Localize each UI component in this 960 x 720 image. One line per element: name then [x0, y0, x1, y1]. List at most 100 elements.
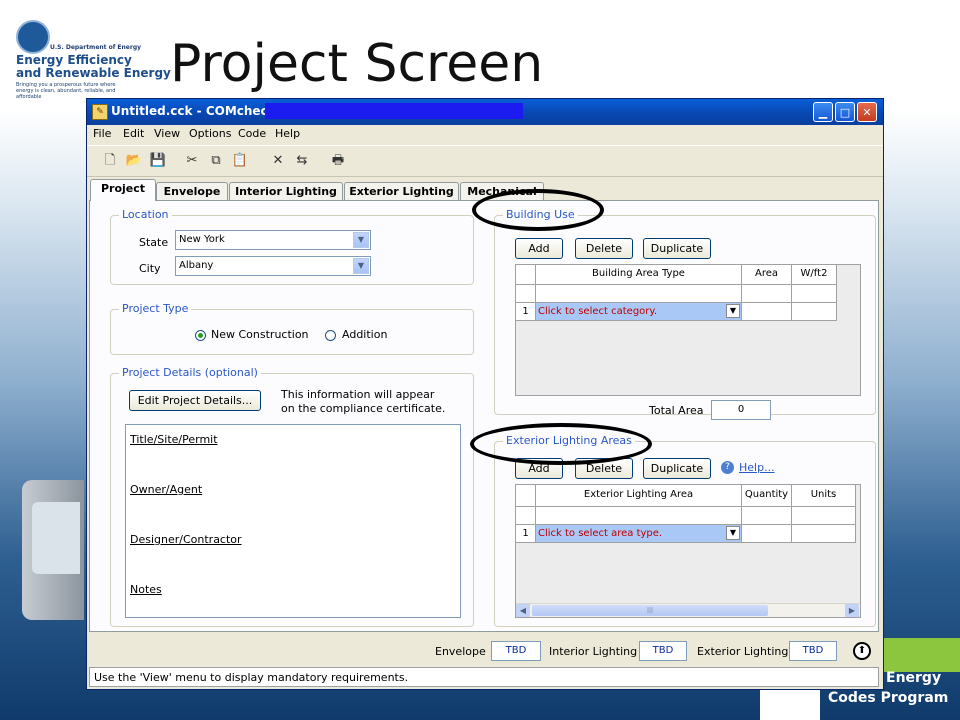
energy-codes-green-block — [880, 638, 960, 672]
project-details-box[interactable]: Title/Site/Permit Owner/Agent Designer/C… — [125, 424, 461, 618]
exterior-status-value: TBD — [789, 641, 837, 661]
chevron-down-icon[interactable]: ▼ — [726, 526, 740, 540]
building-category-select[interactable]: Click to select category. ▼ — [536, 303, 742, 321]
quantity-cell[interactable] — [742, 525, 792, 543]
column-exterior-lighting-area[interactable]: Exterior Lighting Area — [536, 485, 742, 507]
exterior-duplicate-button[interactable]: Duplicate — [643, 458, 711, 479]
cut-icon[interactable]: ✂ — [183, 152, 201, 170]
table-spacer-cell — [536, 285, 742, 303]
edit-project-details-button[interactable]: Edit Project Details... — [129, 390, 261, 411]
envelope-status-label: Envelope — [435, 645, 486, 658]
location-group: Location State New York ▼ City Albany ▼ — [110, 208, 474, 285]
table-corner — [516, 485, 536, 507]
area-type-select[interactable]: Click to select area type. ▼ — [536, 525, 742, 543]
doe-logo-title: Energy Efficiency and Renewable Energy — [16, 54, 171, 80]
state-select[interactable]: New York ▼ — [175, 230, 371, 250]
total-area-value: 0 — [711, 400, 771, 420]
menu-edit[interactable]: Edit — [123, 127, 144, 140]
project-tab-pane: Location State New York ▼ City Albany ▼ … — [89, 189, 879, 632]
help-link[interactable]: Help... — [739, 461, 775, 474]
open-folder-icon[interactable]: 📂 — [125, 152, 143, 170]
print-icon[interactable]: 🖶 — [329, 152, 347, 170]
project-type-group: Project Type New Construction Addition — [110, 302, 474, 355]
city-label: City — [139, 262, 161, 275]
w-per-ft2-cell[interactable] — [792, 303, 837, 321]
tab-exterior-lighting[interactable]: Exterior Lighting — [344, 182, 459, 200]
chevron-down-icon[interactable]: ▼ — [353, 258, 369, 274]
new-file-icon[interactable]: 🗋 — [101, 152, 119, 170]
designer-contractor-field[interactable]: Designer/Contractor — [130, 533, 242, 546]
column-w-per-ft2[interactable]: W/ft2 — [792, 265, 837, 285]
addition-radio[interactable] — [325, 330, 336, 341]
city-select[interactable]: Albany ▼ — [175, 256, 371, 276]
menu-file[interactable]: File — [93, 127, 111, 140]
area-type-placeholder: Click to select area type. — [538, 528, 663, 539]
table-spacer-cell — [536, 507, 742, 525]
save-icon[interactable]: 💾 — [149, 152, 167, 170]
addition-label[interactable]: Addition — [342, 328, 387, 341]
insert-row-icon[interactable]: ⇆ — [293, 152, 311, 170]
chevron-down-icon[interactable]: ▼ — [726, 304, 740, 318]
paste-icon[interactable]: 📋 — [231, 152, 249, 170]
delete-icon[interactable]: ✕ — [269, 152, 287, 170]
table-spacer-cell — [792, 507, 856, 525]
table-corner — [516, 265, 536, 285]
help-icon[interactable]: ? — [721, 461, 734, 474]
minimize-button[interactable]: ▁ — [813, 102, 833, 122]
column-quantity[interactable]: Quantity — [742, 485, 792, 507]
details-note-line2: on the compliance certificate. — [281, 402, 446, 415]
exterior-lighting-table: Exterior Lighting Area Quantity Units 1 … — [515, 484, 861, 618]
units-cell[interactable] — [792, 525, 856, 543]
menu-help[interactable]: Help — [275, 127, 300, 140]
notes-field[interactable]: Notes — [130, 583, 162, 596]
new-construction-radio[interactable] — [195, 330, 206, 341]
title-site-permit-field[interactable]: Title/Site/Permit — [130, 433, 218, 446]
building-add-button[interactable]: Add — [515, 238, 563, 259]
horizontal-scrollbar[interactable]: ◀ ||| ▶ — [516, 603, 860, 617]
menu-code[interactable]: Code — [238, 127, 266, 140]
comcheck-window: ✎ Untitled.cck - COMcheck ▁ □ ✕ File Edi… — [86, 98, 884, 690]
info-icon[interactable]: ⬆ — [853, 642, 871, 660]
building-delete-button[interactable]: Delete — [575, 238, 633, 259]
envelope-status-value: TBD — [491, 641, 541, 661]
table-spacer-cell — [516, 285, 536, 303]
exterior-lighting-group: Exterior Lighting Areas Add Delete Dupli… — [494, 434, 876, 627]
chevron-down-icon[interactable]: ▼ — [353, 232, 369, 248]
column-area[interactable]: Area — [742, 265, 792, 285]
scroll-left-icon[interactable]: ◀ — [516, 604, 530, 617]
scroll-thumb[interactable]: ||| — [532, 605, 768, 616]
row-number: 1 — [516, 525, 536, 543]
title-bar[interactable]: ✎ Untitled.cck - COMcheck ▁ □ ✕ — [87, 99, 883, 125]
doe-eere-logo: U.S. Department of Energy Energy Efficie… — [14, 20, 171, 100]
column-units[interactable]: Units — [792, 485, 856, 507]
project-details-group: Project Details (optional) Edit Project … — [110, 366, 474, 627]
status-bar: Use the 'View' menu to display mandatory… — [89, 667, 879, 687]
table-spacer-cell — [792, 285, 837, 303]
exterior-status-label: Exterior Lighting — [697, 645, 789, 658]
tab-project[interactable]: Project — [90, 179, 156, 201]
project-type-title: Project Type — [119, 302, 192, 315]
annotation-circle-exterior-lighting — [470, 423, 652, 465]
doe-logo-line2: and Renewable Energy — [16, 66, 171, 80]
tab-interior-lighting[interactable]: Interior Lighting — [229, 182, 343, 200]
building-use-group: Building Use Add Delete Duplicate Buildi… — [494, 208, 876, 420]
maximize-button[interactable]: □ — [835, 102, 855, 122]
interior-status-value: TBD — [639, 641, 687, 661]
copy-icon[interactable]: ⧉ — [207, 152, 225, 170]
menu-view[interactable]: View — [154, 127, 180, 140]
menu-options[interactable]: Options — [189, 127, 231, 140]
owner-agent-field[interactable]: Owner/Agent — [130, 483, 202, 496]
tab-envelope[interactable]: Envelope — [156, 182, 228, 200]
column-building-area-type[interactable]: Building Area Type — [536, 265, 742, 285]
energy-codes-line2: Codes Program — [828, 690, 949, 706]
area-cell[interactable] — [742, 303, 792, 321]
close-button[interactable]: ✕ — [857, 102, 877, 122]
new-construction-label[interactable]: New Construction — [211, 328, 309, 341]
state-label: State — [139, 236, 169, 249]
table-spacer-cell — [742, 507, 792, 525]
building-duplicate-button[interactable]: Duplicate — [643, 238, 711, 259]
slide-title: Project Screen — [170, 34, 544, 94]
scroll-right-icon[interactable]: ▶ — [845, 604, 859, 617]
compliance-summary-bar: Envelope TBD Interior Lighting TBD Exter… — [89, 634, 881, 664]
building-area-table: Building Area Type Area W/ft2 1 Click to… — [515, 264, 861, 396]
